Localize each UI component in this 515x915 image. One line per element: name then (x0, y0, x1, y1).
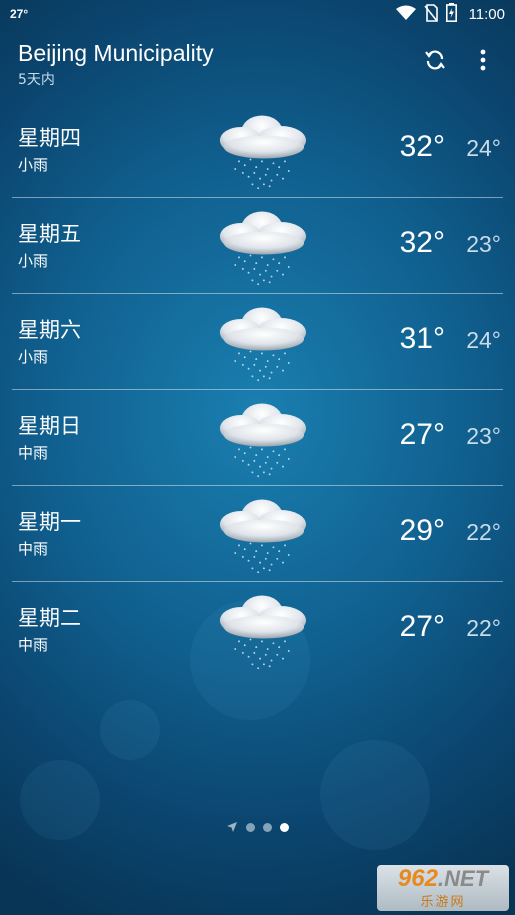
weather-condition: 中雨 (18, 540, 49, 558)
day-name: 星期五 (18, 222, 81, 246)
more-options-button[interactable] (471, 48, 495, 76)
low-temperature: 24° (466, 135, 501, 161)
moderate-rain-icon (219, 595, 306, 670)
no-sim-icon (423, 3, 438, 25)
forecast-day-row[interactable]: 星期二 中雨 27° 22° (12, 582, 503, 677)
app-header: Beijing Municipality 5天内 (18, 40, 501, 90)
moderate-rain-icon (219, 499, 306, 574)
watermark-brand-number: 962 (397, 864, 438, 892)
forecast-day-row[interactable]: 星期四 小雨 32° 24° (12, 102, 503, 198)
forecast-day-row[interactable]: 星期日 中雨 27° 23° (12, 390, 503, 486)
moderate-rain-icon (219, 403, 306, 478)
day-name: 星期一 (18, 510, 81, 534)
wifi-icon (395, 5, 416, 24)
status-icons: 11:00 (395, 3, 505, 25)
high-temperature: 29° (399, 514, 445, 547)
weather-condition: 小雨 (18, 348, 49, 366)
page-dot-active[interactable] (280, 823, 289, 832)
status-temperature: 27° (10, 7, 29, 21)
more-vert-icon (480, 49, 486, 75)
light-rain-icon (219, 307, 306, 382)
weather-condition: 中雨 (18, 444, 49, 462)
low-temperature: 22° (466, 519, 501, 545)
high-temperature: 32° (399, 130, 445, 163)
page-dot[interactable] (263, 823, 272, 832)
background-bokeh (100, 700, 160, 760)
page-dot[interactable] (246, 823, 255, 832)
forecast-list: 星期四 小雨 32° 24° 星期五 小雨 32° 23° 星期六 小雨 31°… (12, 102, 503, 677)
page-indicator (0, 818, 515, 837)
weather-condition: 中雨 (18, 636, 49, 654)
low-temperature: 23° (466, 231, 501, 257)
high-temperature: 27° (399, 418, 445, 451)
battery-charging-icon (445, 3, 457, 25)
day-name: 星期日 (18, 414, 81, 438)
weather-condition: 小雨 (18, 252, 49, 270)
watermark-brand: 962.NET (397, 864, 489, 892)
day-name: 星期六 (18, 318, 81, 342)
watermark-tagline: 乐游网 (420, 894, 466, 910)
low-temperature: 23° (466, 423, 501, 449)
high-temperature: 27° (399, 610, 445, 643)
refresh-button[interactable] (421, 48, 449, 76)
light-rain-icon (219, 115, 306, 190)
refresh-icon (423, 48, 447, 76)
status-time: 11:00 (468, 5, 505, 23)
day-name: 星期四 (18, 126, 81, 150)
location-arrow-icon[interactable] (226, 818, 238, 837)
low-temperature: 22° (466, 615, 501, 641)
high-temperature: 32° (399, 226, 445, 259)
status-bar: 27° 11:00 (0, 0, 515, 28)
weather-condition: 小雨 (18, 156, 49, 174)
light-rain-icon (219, 211, 306, 286)
forecast-day-row[interactable]: 星期五 小雨 32° 23° (12, 198, 503, 294)
watermark-tld: .NET (437, 865, 489, 891)
day-name: 星期二 (18, 606, 81, 630)
low-temperature: 24° (466, 327, 501, 353)
site-watermark-logo: 962.NET 乐游网 (377, 865, 509, 911)
high-temperature: 31° (399, 322, 445, 355)
forecast-day-row[interactable]: 星期一 中雨 29° 22° (12, 486, 503, 582)
forecast-day-row[interactable]: 星期六 小雨 31° 24° (12, 294, 503, 390)
